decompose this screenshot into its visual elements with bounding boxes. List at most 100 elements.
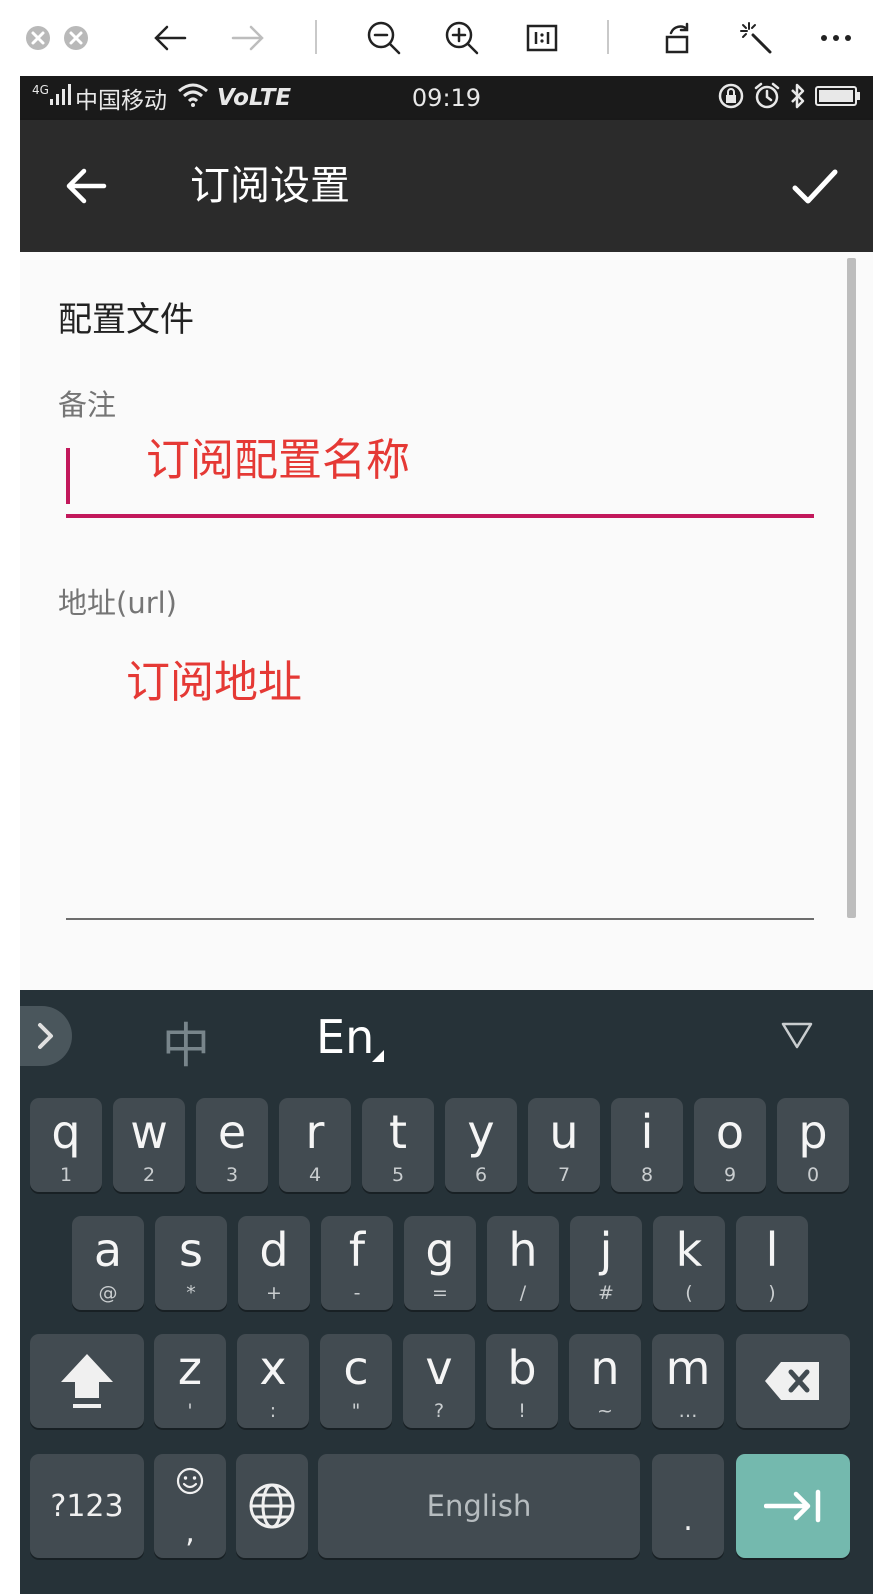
key-main-label: w bbox=[130, 1105, 168, 1159]
remark-input[interactable]: 订阅配置名称 bbox=[66, 428, 814, 518]
key-sub-label: ! bbox=[518, 1400, 526, 1422]
key-x[interactable]: x: bbox=[237, 1334, 309, 1428]
key-p[interactable]: p0 bbox=[777, 1098, 849, 1192]
key-j[interactable]: j # bbox=[570, 1216, 642, 1310]
key-sub-label: 3 bbox=[225, 1164, 239, 1186]
key-main-label: y bbox=[467, 1105, 495, 1159]
key-f[interactable]: f- bbox=[321, 1216, 393, 1310]
key-v[interactable]: v? bbox=[403, 1334, 475, 1428]
section-title: 配置文件 bbox=[58, 300, 194, 340]
zoom-in-icon[interactable] bbox=[442, 18, 482, 58]
key-l[interactable]: l) bbox=[736, 1216, 808, 1310]
key-main-label: r bbox=[305, 1105, 325, 1159]
key-z[interactable]: z ' bbox=[154, 1334, 226, 1428]
emoji-key-sublabel: , bbox=[185, 1515, 195, 1550]
key-main-label: j bbox=[599, 1223, 613, 1277]
language-key[interactable] bbox=[236, 1454, 308, 1558]
arrow-right-icon[interactable] bbox=[228, 18, 268, 58]
key-o[interactable]: o9 bbox=[694, 1098, 766, 1192]
close-circle-icon[interactable] bbox=[24, 18, 52, 58]
enter-key[interactable] bbox=[736, 1454, 850, 1558]
zoom-out-icon[interactable] bbox=[364, 18, 404, 58]
key-sub-label: * bbox=[186, 1282, 196, 1304]
globe-icon bbox=[249, 1483, 295, 1529]
rotate-icon[interactable] bbox=[658, 18, 698, 58]
emoji-icon bbox=[154, 1466, 226, 1496]
url-input[interactable]: 订阅地址 bbox=[66, 632, 814, 922]
battery-icon bbox=[815, 84, 861, 112]
text-cursor bbox=[66, 448, 70, 504]
key-main-label: d bbox=[259, 1223, 289, 1277]
period-key[interactable]: . bbox=[652, 1454, 724, 1558]
page-title: 订阅设置 bbox=[190, 163, 350, 209]
key-m[interactable]: m… bbox=[652, 1334, 724, 1428]
more-options-icon[interactable] bbox=[816, 18, 856, 58]
space-key[interactable]: English bbox=[318, 1454, 640, 1558]
arrow-left-icon[interactable] bbox=[150, 18, 190, 58]
key-main-label: q bbox=[51, 1105, 81, 1159]
hide-keyboard-button[interactable] bbox=[780, 1020, 814, 1050]
key-sub-label: 0 bbox=[806, 1164, 820, 1186]
key-s[interactable]: s * bbox=[155, 1216, 227, 1310]
key-n[interactable]: n ~ bbox=[569, 1334, 641, 1428]
chinese-mode-button[interactable]: 中 bbox=[162, 1006, 210, 1076]
key-main-label: a bbox=[93, 1223, 123, 1277]
key-main-label: s bbox=[179, 1223, 203, 1277]
actual-size-icon[interactable] bbox=[522, 18, 562, 58]
symbols-key[interactable]: ?123 bbox=[30, 1454, 144, 1558]
key-main-label: o bbox=[715, 1105, 745, 1159]
key-main-label: c bbox=[343, 1341, 369, 1395]
check-icon bbox=[792, 169, 838, 204]
key-e[interactable]: e3 bbox=[196, 1098, 268, 1192]
save-button[interactable] bbox=[787, 160, 843, 212]
scrollbar[interactable] bbox=[847, 258, 856, 918]
key-main-label: i bbox=[640, 1105, 654, 1159]
url-input-underline bbox=[66, 918, 814, 920]
toolbar-divider bbox=[607, 20, 609, 54]
key-h[interactable]: h / bbox=[487, 1216, 559, 1310]
backspace-icon bbox=[765, 1362, 819, 1400]
rotation-lock-icon bbox=[717, 82, 745, 114]
shift-key[interactable] bbox=[30, 1334, 144, 1428]
key-sub-label: 4 bbox=[308, 1164, 322, 1186]
key-sub-label: 7 bbox=[557, 1164, 571, 1186]
viewer-toolbar bbox=[0, 0, 892, 76]
key-sub-label: + bbox=[266, 1282, 282, 1304]
key-c[interactable]: c " bbox=[320, 1334, 392, 1428]
key-main-label: k bbox=[675, 1223, 703, 1277]
key-main-label: h bbox=[508, 1223, 538, 1277]
key-sub-label: 6 bbox=[474, 1164, 488, 1186]
key-r[interactable]: r4 bbox=[279, 1098, 351, 1192]
key-sub-label: ( bbox=[685, 1282, 693, 1304]
key-q[interactable]: q1 bbox=[30, 1098, 102, 1192]
magic-wand-icon[interactable] bbox=[736, 18, 776, 58]
key-main-label: g bbox=[425, 1223, 455, 1277]
english-mode-button[interactable]: En bbox=[316, 1010, 374, 1064]
key-sub-label: 2 bbox=[142, 1164, 156, 1186]
key-w[interactable]: w2 bbox=[113, 1098, 185, 1192]
key-y[interactable]: y6 bbox=[445, 1098, 517, 1192]
status-right bbox=[717, 82, 861, 114]
soft-keyboard: 中 En q1w2e3r4t5y6u7i8o9p0 a @ s * d + f - g = h / j #… bbox=[20, 990, 873, 1594]
key-sub-label: … bbox=[678, 1400, 698, 1422]
key-d[interactable]: d + bbox=[238, 1216, 310, 1310]
key-i[interactable]: i8 bbox=[611, 1098, 683, 1192]
key-k[interactable]: k( bbox=[653, 1216, 725, 1310]
key-a[interactable]: a @ bbox=[72, 1216, 144, 1310]
key-u[interactable]: u7 bbox=[528, 1098, 600, 1192]
backspace-key[interactable] bbox=[736, 1334, 850, 1428]
key-t[interactable]: t5 bbox=[362, 1098, 434, 1192]
symbols-key-label: ?123 bbox=[50, 1488, 124, 1524]
key-main-label: e bbox=[217, 1105, 247, 1159]
block-circle-icon[interactable] bbox=[62, 18, 90, 58]
key-g[interactable]: g = bbox=[404, 1216, 476, 1310]
key-sub-label: 8 bbox=[640, 1164, 654, 1186]
key-b[interactable]: b! bbox=[486, 1334, 558, 1428]
key-sub-label: - bbox=[353, 1282, 361, 1304]
expand-toolbar-button[interactable] bbox=[20, 1006, 72, 1066]
phone-screen: 4G 中国移动 VoLTE 09:19 订阅设置 配置文件 备注 订阅配置名称 … bbox=[20, 76, 873, 1594]
key-sub-label: 1 bbox=[59, 1164, 73, 1186]
back-button[interactable] bbox=[60, 160, 112, 212]
key-main-label: f bbox=[348, 1223, 366, 1277]
emoji-comma-key[interactable]: , bbox=[154, 1454, 226, 1558]
